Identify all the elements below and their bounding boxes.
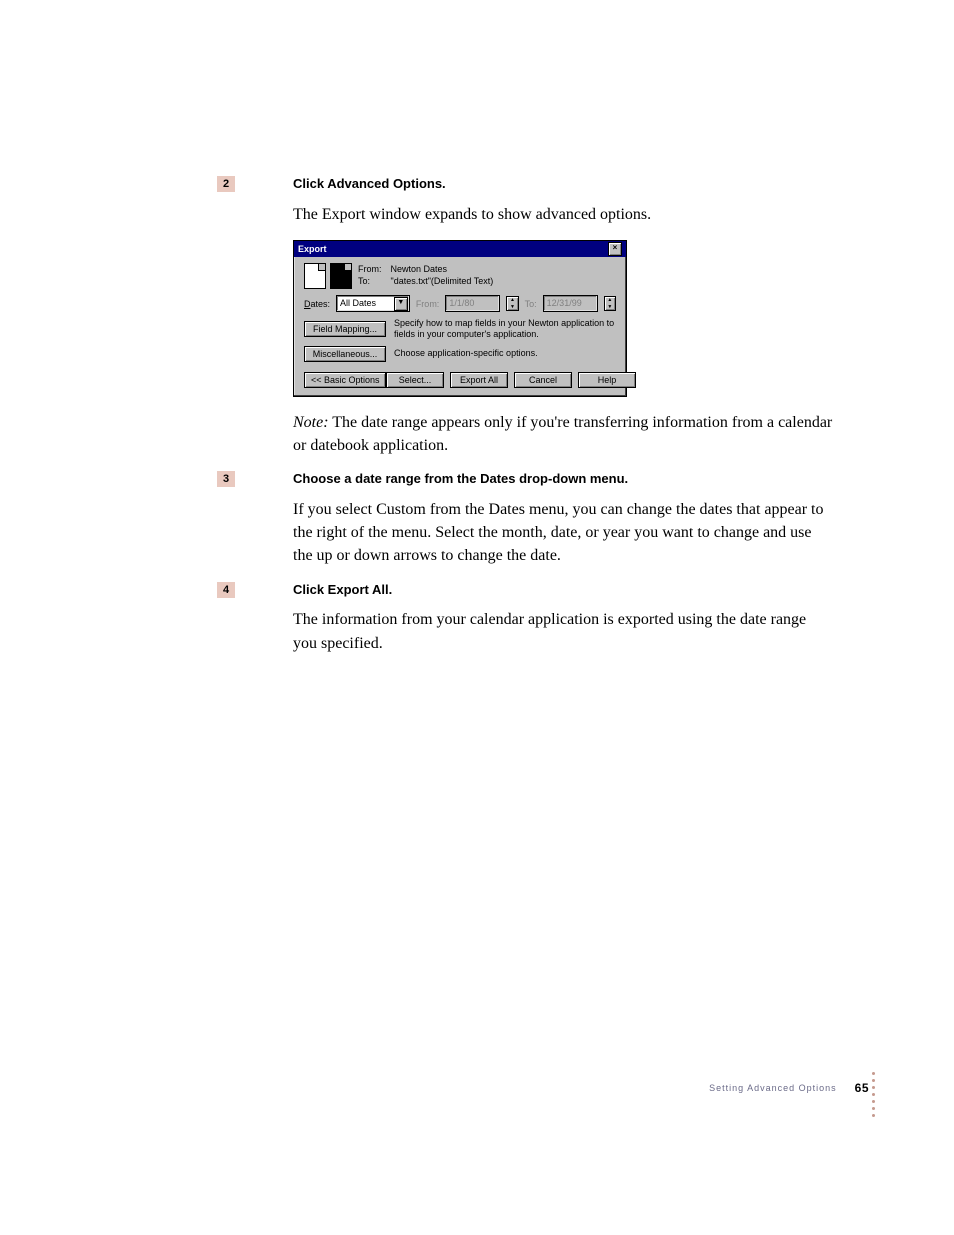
dates-dropdown-value: All Dates — [340, 297, 376, 310]
export-dialog: Export × From: Newton Dates — [293, 240, 627, 397]
select-button[interactable]: Select... — [386, 372, 444, 388]
from-label: From: — [358, 264, 388, 276]
dialog-title-text: Export — [298, 244, 327, 254]
dates-dropdown[interactable]: All Dates ▼ — [336, 295, 410, 312]
from-date-label: From: — [416, 299, 440, 309]
to-date-label: To: — [525, 299, 537, 309]
dialog-body: From: Newton Dates To: "dates.txt"(Delim… — [294, 257, 626, 396]
footer-dots-decoration — [872, 1072, 876, 1117]
dialog-footer: << Basic Options Select... Export All Ca… — [304, 372, 616, 388]
step-2-title: Click Advanced Options. — [293, 176, 873, 193]
footer-section-title: Setting Advanced Options — [709, 1083, 837, 1093]
transfer-icons — [304, 263, 352, 289]
from-value: Newton Dates — [391, 264, 448, 274]
cancel-button[interactable]: Cancel — [514, 372, 572, 388]
to-value: "dates.txt"(Delimited Text) — [391, 276, 494, 286]
step-3: 3 Choose a date range from the Dates dro… — [253, 471, 873, 567]
step-2: 2 Click Advanced Options. The Export win… — [253, 176, 873, 226]
step-3-title: Choose a date range from the Dates drop-… — [293, 471, 873, 488]
step-2-body: The Export window expands to show advanc… — [293, 203, 833, 226]
page-footer: Setting Advanced Options 65 — [709, 1081, 869, 1095]
field-mapping-button[interactable]: Field Mapping... — [304, 321, 386, 337]
field-mapping-desc: Specify how to map fields in your Newton… — [394, 318, 616, 340]
step-3-body: If you select Custom from the Dates menu… — [293, 498, 833, 568]
dates-row: Dates: All Dates ▼ From: 1/1/80 ▲▼ To: 1… — [304, 295, 616, 312]
step-2-number: 2 — [217, 176, 235, 192]
close-icon[interactable]: × — [608, 242, 622, 256]
footer-page-number: 65 — [855, 1081, 869, 1095]
from-to-labels: From: Newton Dates To: "dates.txt"(Delim… — [358, 264, 493, 287]
field-mapping-row: Field Mapping... Specify how to map fiel… — [304, 318, 616, 340]
miscellaneous-desc: Choose application-specific options. — [394, 348, 616, 359]
note-prefix: Note: — [293, 414, 329, 431]
document-icon — [304, 263, 326, 289]
step-4: 4 Click Export All. The information from… — [253, 582, 873, 655]
step-4-number: 4 — [217, 582, 235, 598]
from-date-field[interactable]: 1/1/80 — [445, 295, 500, 312]
page: 2 Click Advanced Options. The Export win… — [0, 0, 954, 1235]
to-date-spinner[interactable]: ▲▼ — [604, 296, 616, 311]
document-icon — [330, 263, 352, 289]
step-4-title: Click Export All. — [293, 582, 873, 599]
to-label: To: — [358, 276, 388, 288]
dialog-footer-right: Select... Export All Cancel Help — [386, 372, 636, 388]
dialog-titlebar: Export × — [294, 241, 626, 257]
from-to-row: From: Newton Dates To: "dates.txt"(Delim… — [304, 263, 616, 289]
help-button[interactable]: Help — [578, 372, 636, 388]
step-3-number: 3 — [217, 471, 235, 487]
basic-options-button[interactable]: << Basic Options — [304, 372, 386, 388]
step-2-note: Note: The date range appears only if you… — [293, 411, 833, 457]
from-date-spinner[interactable]: ▲▼ — [506, 296, 518, 311]
step-4-body: The information from your calendar appli… — [293, 608, 833, 654]
export-all-button[interactable]: Export All — [450, 372, 508, 388]
to-date-field[interactable]: 12/31/99 — [543, 295, 598, 312]
content-column: 2 Click Advanced Options. The Export win… — [253, 176, 873, 669]
chevron-down-icon[interactable]: ▼ — [394, 297, 408, 311]
note-text: The date range appears only if you're tr… — [293, 414, 832, 454]
miscellaneous-row: Miscellaneous... Choose application-spec… — [304, 346, 616, 362]
miscellaneous-button[interactable]: Miscellaneous... — [304, 346, 386, 362]
dates-label: Dates: — [304, 299, 330, 309]
